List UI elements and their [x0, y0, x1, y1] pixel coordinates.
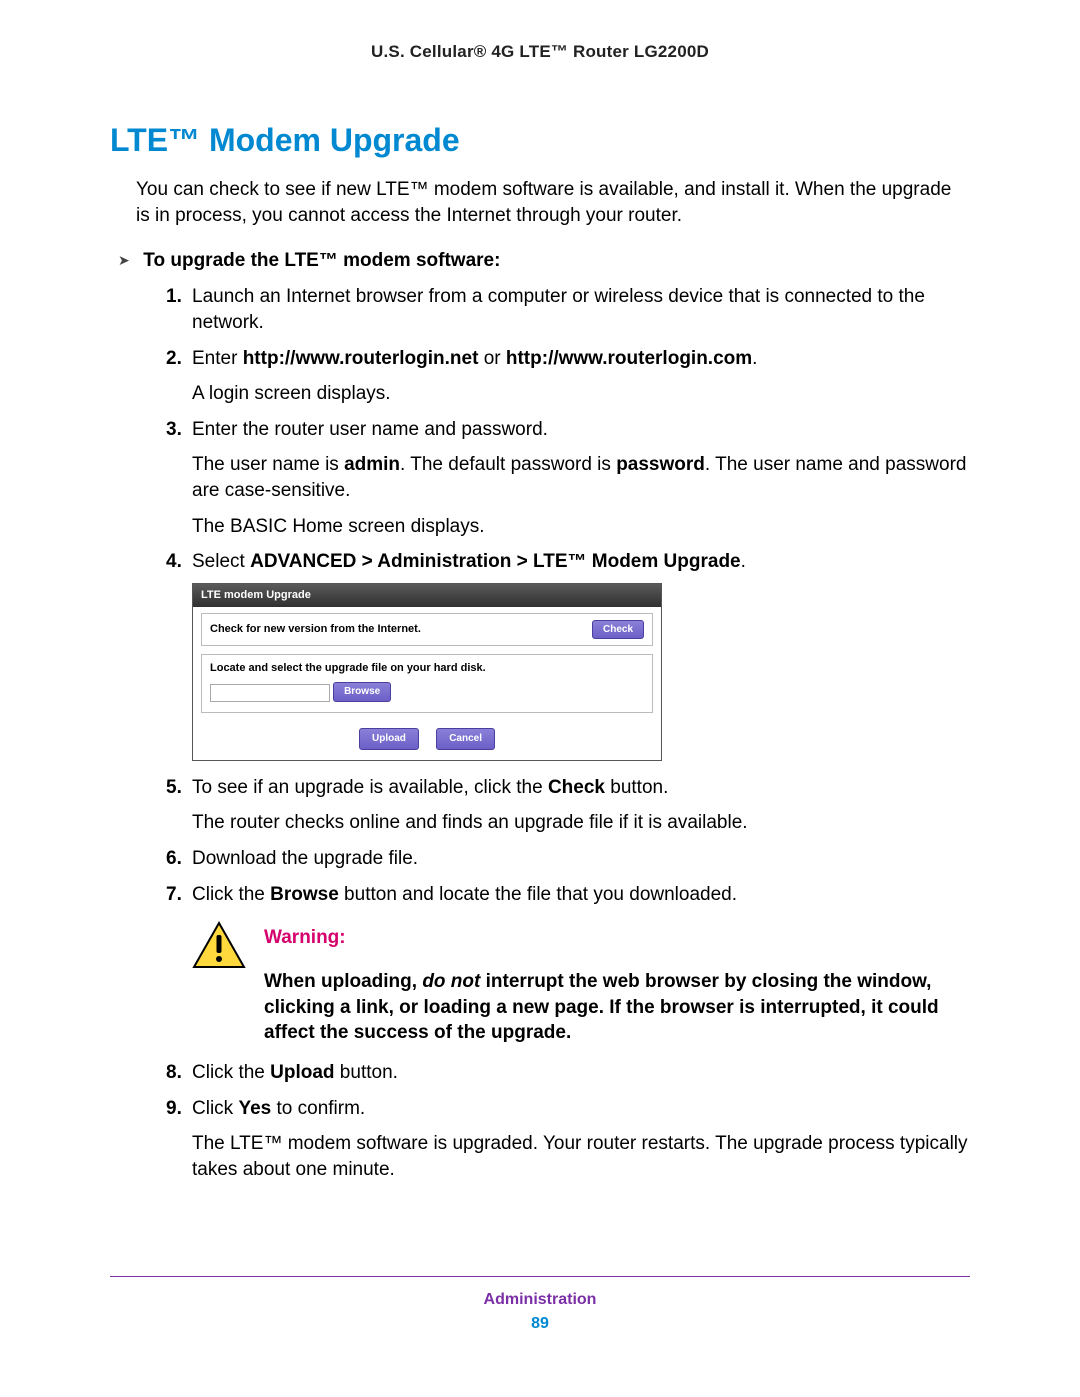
step-subtext: The BASIC Home screen displays.: [192, 514, 970, 540]
document-header: U.S. Cellular® 4G LTE™ Router LG2200D: [110, 42, 970, 62]
browse-button[interactable]: Browse: [333, 682, 391, 702]
step-text: Download the upgrade file.: [192, 848, 418, 869]
step-subtext: A login screen displays.: [192, 381, 970, 407]
step-text: Click Yes to confirm.: [192, 1098, 365, 1119]
step-9: 9. Click Yes to confirm. The LTE™ modem …: [166, 1096, 970, 1183]
step-text: To see if an upgrade is available, click…: [192, 777, 668, 798]
step-number: 9.: [166, 1096, 182, 1122]
step-subtext: The router checks online and finds an up…: [192, 810, 970, 836]
footer-page-number: 89: [110, 1315, 970, 1333]
embedded-ui-screenshot: LTE modem Upgrade Check for new version …: [192, 583, 662, 761]
step-1: 1. Launch an Internet browser from a com…: [166, 284, 970, 335]
ui-check-label: Check for new version from the Internet.: [210, 622, 421, 637]
warning-title: Warning:: [264, 925, 970, 951]
step-text: Select ADVANCED > Administration > LTE™ …: [192, 551, 746, 572]
warning-icon: [192, 921, 246, 1046]
ui-locate-label: Locate and select the upgrade file on yo…: [210, 661, 644, 676]
footer-section-label: Administration: [110, 1291, 970, 1309]
section-title: LTE™ Modem Upgrade: [110, 122, 970, 159]
step-2: 2. Enter http://www.routerlogin.net or h…: [166, 346, 970, 407]
warning-block: Warning: When uploading, do not interrup…: [192, 925, 970, 1046]
step-5: 5. To see if an upgrade is available, cl…: [166, 775, 970, 836]
step-6: 6. Download the upgrade file.: [166, 846, 970, 872]
step-3: 3. Enter the router user name and passwo…: [166, 417, 970, 540]
step-text: Enter the router user name and password.: [192, 419, 548, 440]
step-number: 1.: [166, 284, 182, 310]
intro-paragraph: You can check to see if new LTE™ modem s…: [136, 177, 970, 228]
step-7: 7. Click the Browse button and locate th…: [166, 882, 970, 1046]
step-number: 2.: [166, 346, 182, 372]
upload-button[interactable]: Upload: [359, 728, 419, 750]
upgrade-file-input[interactable]: [210, 684, 330, 702]
step-text: Launch an Internet browser from a comput…: [192, 286, 925, 333]
task-arrow-icon: ➤: [118, 252, 138, 269]
step-number: 4.: [166, 549, 182, 575]
ui-body: Check for new version from the Internet.…: [193, 607, 661, 760]
step-subtext: The LTE™ modem software is upgraded. You…: [192, 1131, 970, 1182]
footer-rule: [110, 1276, 970, 1277]
step-text: Click the Upload button.: [192, 1062, 398, 1083]
check-button[interactable]: Check: [592, 620, 644, 640]
step-number: 6.: [166, 846, 182, 872]
step-subtext: The user name is admin. The default pass…: [192, 452, 970, 503]
step-8: 8. Click the Upload button.: [166, 1060, 970, 1086]
warning-content: Warning: When uploading, do not interrup…: [264, 925, 970, 1046]
step-number: 3.: [166, 417, 182, 443]
step-number: 7.: [166, 882, 182, 908]
cancel-button[interactable]: Cancel: [436, 728, 495, 750]
task-label: To upgrade the LTE™ modem software:: [143, 250, 500, 271]
step-4: 4. Select ADVANCED > Administration > LT…: [166, 549, 970, 760]
step-number: 5.: [166, 775, 182, 801]
step-number: 8.: [166, 1060, 182, 1086]
warning-text: When uploading, do not interrupt the web…: [264, 969, 970, 1046]
ui-check-row: Check for new version from the Internet.…: [201, 613, 653, 647]
steps-list: 1. Launch an Internet browser from a com…: [110, 284, 970, 1182]
task-heading: ➤ To upgrade the LTE™ modem software:: [118, 250, 970, 272]
step-text: Click the Browse button and locate the f…: [192, 884, 737, 905]
ui-footer-buttons: Upload Cancel: [201, 723, 653, 750]
step-text: Enter http://www.routerlogin.net or http…: [192, 348, 757, 369]
page-footer: Administration 89: [110, 1276, 970, 1333]
ui-titlebar: LTE modem Upgrade: [193, 584, 661, 607]
ui-locate-row: Locate and select the upgrade file on yo…: [201, 654, 653, 713]
